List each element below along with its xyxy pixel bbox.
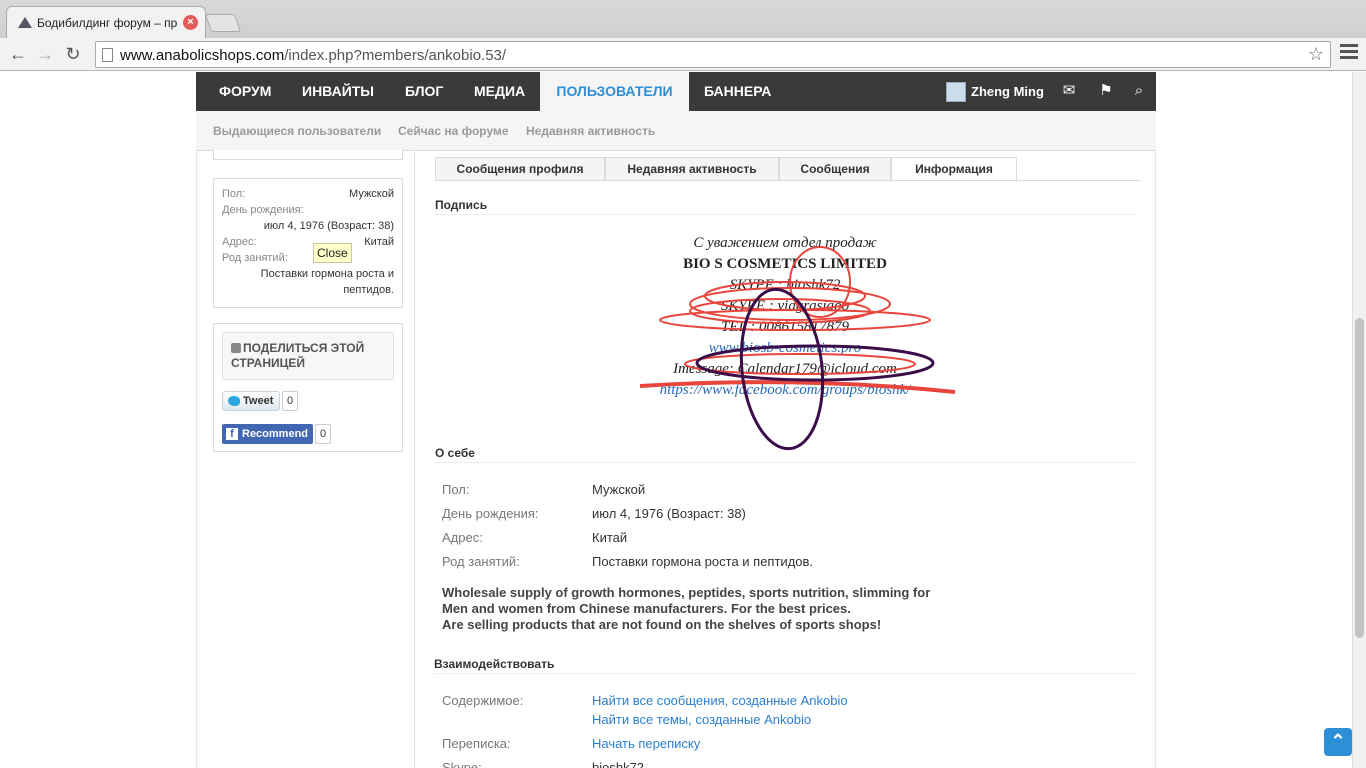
info-label-occupation: Род занятий: [222, 252, 288, 264]
share-heading: ПОДЕЛИТЬСЯ ЭТОЙ СТРАНИЦЕЙ [222, 332, 394, 380]
browser-menu-icon[interactable] [1340, 44, 1358, 64]
about-value-birthday: июл 4, 1976 (Возраст: 38) [592, 506, 746, 521]
info-value-occupation-cont: пептидов. [343, 284, 394, 296]
info-label-birthday: День рождения: [222, 204, 304, 216]
nav-banners[interactable]: БАННЕРА [696, 72, 779, 111]
about-description: Wholesale supply of growth hormones, pep… [442, 585, 930, 633]
tab-title: Бодибилдинг форум – пр [37, 16, 178, 30]
nav-invites[interactable]: ИНВАЙТЫ [294, 72, 382, 111]
forward-button[interactable]: → [33, 42, 57, 66]
search-icon[interactable]: ⌕ [1130, 82, 1148, 100]
info-label-gender: Пол: [222, 188, 246, 200]
link-start-conversation[interactable]: Начать переписку [592, 736, 700, 751]
tab-recent-activity[interactable]: Недавняя активность [605, 157, 779, 181]
url-text: www.anabolicshops.com/index.php?members/… [120, 47, 506, 64]
nav-media[interactable]: МЕДИА [466, 72, 533, 111]
tab-information[interactable]: Информация [891, 157, 1017, 182]
nav-forum[interactable]: ФОРУМ [211, 72, 279, 111]
facebook-icon: f [226, 428, 238, 440]
tab-profile-posts[interactable]: Сообщения профиля [435, 157, 605, 181]
bookmark-star-icon[interactable]: ☆ [1308, 44, 1324, 65]
tab-close-icon[interactable]: × [183, 15, 198, 30]
back-button[interactable]: ← [6, 42, 30, 66]
about-text-line-1: Wholesale supply of growth hormones, pep… [442, 585, 931, 600]
share-title: ПОДЕЛИТЬСЯ ЭТОЙ СТРАНИЦЕЙ [231, 341, 365, 370]
signature-heading: Подпись [435, 198, 488, 212]
sidebar-top-box [213, 150, 403, 160]
about-label-occupation: Род занятий: [442, 554, 520, 569]
interact-label-conversation: Переписка: [442, 736, 511, 751]
twitter-bird-icon [228, 396, 240, 406]
nav-blog[interactable]: БЛОГ [397, 72, 451, 111]
subnav-online-now[interactable]: Сейчас на форуме [398, 124, 509, 138]
about-text-line-2: Men and women from Chinese manufacturers… [442, 601, 851, 616]
about-text-line-3: Are selling products that are not found … [442, 617, 882, 632]
about-label-gender: Пол: [442, 482, 470, 497]
fb-label: Recommend [242, 428, 309, 440]
url-path: /index.php?members/ankobio.53/ [284, 47, 507, 64]
site-favicon-icon [18, 17, 32, 28]
info-value-birthday: июл 4, 1976 (Возраст: 38) [263, 220, 394, 232]
about-value-gender: Мужской [592, 482, 646, 497]
username: Zheng Ming [971, 84, 1044, 99]
interact-rule [434, 673, 1136, 674]
close-tooltip: Close [313, 243, 352, 263]
reload-button[interactable]: ↻ [61, 42, 85, 66]
browser-toolbar: ← → ↻ www.anabolicshops.com/index.php?me… [0, 38, 1366, 71]
share-box: ПОДЕЛИТЬСЯ ЭТОЙ СТРАНИЦЕЙ Tweet 0 f Recom… [213, 323, 403, 452]
about-label-location: Адрес: [442, 530, 483, 545]
url-host: www.anabolicshops.com [120, 47, 285, 64]
about-heading: О себе [435, 446, 475, 460]
interact-label-content: Содержимое: [442, 693, 524, 708]
tweet-count: 0 [282, 391, 299, 411]
info-value-occupation: Поставки гормона роста и [260, 268, 394, 280]
tabs-divider [435, 180, 1141, 181]
browser-tab[interactable]: Бодибилдинг форум – пр × [6, 6, 206, 38]
flag-icon[interactable]: ⚑ [1097, 82, 1115, 100]
sidebar-info-box: Пол: Мужской День рождения: июл 4, 1976 … [213, 178, 403, 308]
scribble-annotation [639, 246, 956, 451]
interact-label-skype: Skype: [442, 760, 482, 768]
info-value-location: Китай [364, 236, 394, 248]
interact-value-skype: bioshk72 [592, 760, 645, 768]
new-tab-button[interactable] [204, 14, 242, 32]
user-menu[interactable]: Zheng Ming [946, 80, 1044, 103]
address-bar[interactable]: www.anabolicshops.com/index.php?members/… [95, 41, 1331, 68]
about-value-location: Китай [592, 530, 628, 545]
about-label-birthday: День рождения: [442, 506, 539, 521]
fb-count: 0 [315, 424, 332, 444]
scrollbar-thumb[interactable] [1355, 318, 1364, 638]
interact-heading: Взаимодействовать [434, 657, 555, 671]
nav-users[interactable]: ПОЛЬЗОВАТЕЛИ [540, 72, 689, 111]
scroll-to-top-button[interactable]: ⌃ [1324, 728, 1352, 756]
link-find-all-posts[interactable]: Найти все сообщения, созданные Ankobio [592, 693, 848, 708]
info-label-location: Адрес: [222, 236, 257, 248]
link-find-all-threads[interactable]: Найти все темы, созданные Ankobio [592, 712, 811, 727]
sub-nav: Выдающиеся пользователи Сейчас на форуме… [196, 111, 1156, 151]
share-icon [231, 343, 241, 353]
mail-icon[interactable]: ✉ [1060, 82, 1078, 100]
subnav-notable-members[interactable]: Выдающиеся пользователи [213, 124, 381, 138]
facebook-recommend-button[interactable]: f Recommend [222, 424, 314, 444]
signature-rule [435, 214, 1137, 215]
subnav-recent-activity[interactable]: Недавняя активность [526, 124, 655, 138]
tweet-label: Tweet [243, 395, 274, 407]
tweet-button[interactable]: Tweet [222, 391, 281, 411]
tab-postings[interactable]: Сообщения [779, 157, 891, 181]
main-nav: ФОРУМ ИНВАЙТЫ БЛОГ МЕДИА ПОЛЬЗОВАТЕЛИ БА… [196, 72, 1156, 111]
about-value-occupation: Поставки гормона роста и пептидов. [592, 554, 814, 569]
page-icon [102, 48, 113, 62]
info-value-gender: Мужской [349, 188, 394, 200]
avatar [946, 81, 966, 102]
page-scrollbar[interactable] [1352, 72, 1366, 768]
browser-tabstrip: Бодибилдинг форум – пр × [0, 0, 1366, 38]
